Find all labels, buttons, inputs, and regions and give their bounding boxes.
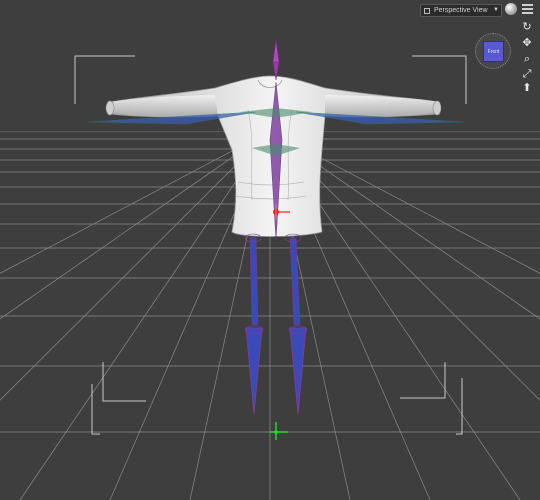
world-origin-gizmo	[270, 422, 288, 440]
pan-icon[interactable]: ✥	[520, 36, 534, 50]
3d-viewport[interactable]: Perspective View ▼ Front ↻ ✥ ⌕ ⤢ ⬆	[0, 0, 540, 500]
nav-cube-front-face[interactable]: Front	[483, 41, 504, 62]
sphere-icon[interactable]	[505, 3, 517, 15]
frame-icon[interactable]: ⤢	[520, 67, 534, 81]
camera-icon	[424, 7, 430, 14]
reset-view-icon[interactable]: ⬆	[520, 81, 534, 95]
perspective-view-dropdown[interactable]: Perspective View ▼	[420, 4, 502, 17]
chevron-down-icon: ▼	[493, 7, 499, 13]
orbit-icon[interactable]: ↻	[520, 20, 534, 34]
scene-canvas[interactable]	[0, 0, 540, 500]
viewport-toolbar	[505, 3, 535, 17]
menu-icon[interactable]	[522, 4, 533, 15]
zoom-icon[interactable]: ⌕	[520, 52, 534, 66]
view-dropdown-label: Perspective View	[434, 7, 488, 14]
navigation-cube[interactable]: Front	[475, 33, 511, 69]
